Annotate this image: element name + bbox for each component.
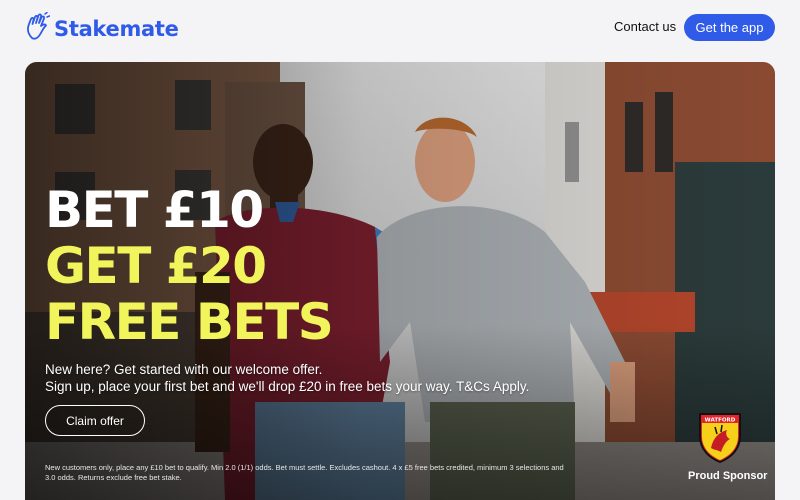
headline-line-3: FREE BETS xyxy=(45,293,334,351)
get-the-app-button[interactable]: Get the app xyxy=(684,14,775,41)
headline-line-2: GET £20 xyxy=(45,237,267,295)
terms-line-2: 3.0 odds. Returns exclude free bet stake… xyxy=(45,473,182,482)
terms-text: New customers only, place any £10 bet to… xyxy=(45,463,585,483)
hero-headline: BET £10 GET £20 FREE BETS xyxy=(45,181,334,351)
hero-banner: BET £10 GET £20 FREE BETS New here? Get … xyxy=(25,62,775,500)
brand-logo[interactable]: Stakemate xyxy=(26,11,179,45)
waving-hands-icon xyxy=(26,11,51,45)
contact-us-link[interactable]: Contact us xyxy=(614,19,676,34)
offer-line-1: New here? Get started with our welcome o… xyxy=(45,362,323,377)
welcome-offer-text: New here? Get started with our welcome o… xyxy=(45,361,529,395)
claim-offer-button[interactable]: Claim offer xyxy=(45,405,145,436)
offer-line-2: Sign up, place your first bet and we'll … xyxy=(45,379,530,394)
watford-crest-icon: WATFORD xyxy=(697,412,743,469)
brand-name: Stakemate xyxy=(54,16,179,41)
site-header: Stakemate Contact us Get the app xyxy=(0,0,800,56)
proud-sponsor-label: Proud Sponsor xyxy=(688,470,768,482)
headline-line-1: BET £10 xyxy=(45,181,264,239)
terms-line-1: New customers only, place any £10 bet to… xyxy=(45,463,564,472)
svg-text:WATFORD: WATFORD xyxy=(705,418,736,424)
